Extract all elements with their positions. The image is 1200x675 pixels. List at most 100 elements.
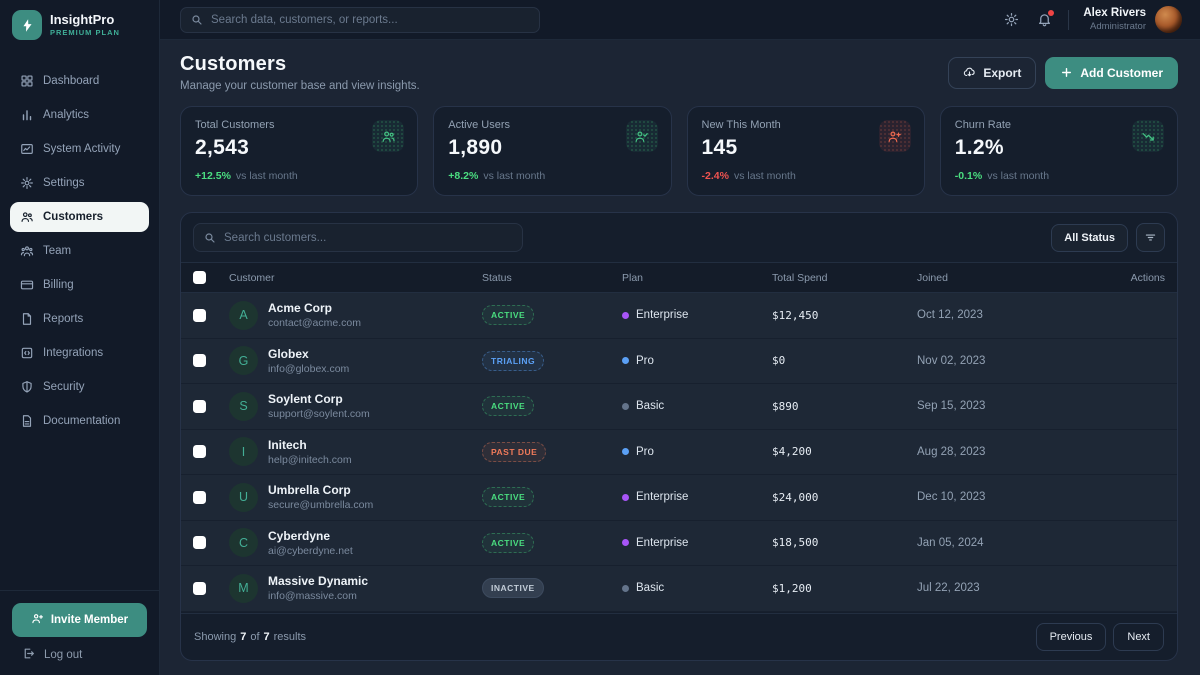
stat-delta-note: vs last month (483, 170, 545, 182)
sidebar-item-documentation[interactable]: Documentation (10, 406, 149, 436)
customer-name: Globex (268, 347, 349, 363)
row-checkbox[interactable] (193, 400, 206, 413)
sidebar-item-settings[interactable]: Settings (10, 168, 149, 198)
global-search[interactable] (180, 7, 540, 33)
row-checkbox[interactable] (193, 491, 206, 504)
sidebar-item-team[interactable]: Team (10, 236, 149, 266)
row-checkbox[interactable] (193, 536, 206, 549)
table-footer: Showing 7 of 7 results Previous Next (181, 613, 1177, 660)
customer-email: support@soylent.com (268, 408, 370, 420)
global-search-input[interactable] (211, 14, 529, 26)
joined-date: Oct 12, 2023 (917, 309, 1072, 321)
customer-email: ai@cyberdyne.net (268, 545, 353, 557)
cloud-download-icon (963, 66, 976, 79)
stat-cards: Total Customers 2,543 +12.5% vs last mon… (180, 106, 1178, 196)
column-header-joined: Joined (917, 272, 1072, 284)
credit-card-icon (20, 278, 34, 292)
row-checkbox[interactable] (193, 445, 206, 458)
shown-count: 7 (240, 631, 246, 643)
user-plus-icon (31, 612, 44, 628)
avatar[interactable] (1155, 6, 1182, 33)
sidebar-item-dashboard[interactable]: Dashboard (10, 66, 149, 96)
status-filter-dropdown[interactable]: All Status (1051, 224, 1128, 252)
results-summary: Showing 7 of 7 results (194, 631, 306, 643)
sidebar-item-security[interactable]: Security (10, 372, 149, 402)
sidebar-item-label: Team (43, 245, 71, 257)
customer-avatar: C (229, 528, 258, 557)
user-name: Alex Rivers (1083, 6, 1146, 20)
filter-button[interactable] (1136, 223, 1165, 252)
plan-dot (622, 585, 629, 592)
plan-dot (622, 494, 629, 501)
total-spend: $12,450 (772, 309, 917, 322)
stat-delta-note: vs last month (987, 170, 1049, 182)
stat-delta: -2.4% (702, 170, 729, 182)
add-customer-button[interactable]: Add Customer (1045, 57, 1178, 89)
previous-page-button[interactable]: Previous (1036, 623, 1107, 651)
table-header: Customer Status Plan Total Spend Joined … (181, 262, 1177, 293)
customer-avatar: U (229, 483, 258, 512)
main-area: Alex Rivers Administrator Customers Mana… (160, 0, 1200, 675)
row-checkbox[interactable] (193, 309, 206, 322)
stat-delta-note: vs last month (236, 170, 298, 182)
search-icon (204, 232, 216, 244)
sidebar-item-billing[interactable]: Billing (10, 270, 149, 300)
select-all-checkbox[interactable] (193, 271, 206, 284)
app-logo: InsightPro PREMIUM PLAN (0, 0, 159, 48)
export-button[interactable]: Export (948, 57, 1036, 89)
sidebar-item-reports[interactable]: Reports (10, 304, 149, 334)
status-badge: TRIALING (482, 351, 544, 371)
total-spend: $24,000 (772, 491, 917, 504)
next-page-button[interactable]: Next (1113, 623, 1164, 651)
sidebar-nav: Dashboard Analytics System Activity Sett… (0, 48, 159, 590)
customer-avatar: A (229, 301, 258, 330)
status-badge: INACTIVE (482, 578, 544, 598)
customer-email: help@initech.com (268, 454, 352, 466)
sidebar-item-system-activity[interactable]: System Activity (10, 134, 149, 164)
plan-dot (622, 357, 629, 364)
showing-label: Showing (194, 631, 236, 643)
sidebar-item-label: Reports (43, 313, 83, 325)
logout-icon (22, 647, 35, 663)
app-window: InsightPro PREMIUM PLAN Dashboard Analyt… (0, 0, 1200, 675)
customers-search-input[interactable] (224, 232, 512, 244)
invite-member-button[interactable]: Invite Member (12, 603, 147, 637)
customer-email: secure@umbrella.com (268, 499, 373, 511)
status-badge: ACTIVE (482, 487, 534, 507)
customers-search[interactable] (193, 223, 523, 252)
sidebar-item-analytics[interactable]: Analytics (10, 100, 149, 130)
results-label: results (274, 631, 306, 643)
of-label: of (250, 631, 259, 643)
customer-name: Soylent Corp (268, 392, 370, 408)
row-checkbox[interactable] (193, 582, 206, 595)
stat-card-new-this-month: New This Month 145 -2.4% vs last month (687, 106, 925, 196)
app-plan-badge: PREMIUM PLAN (50, 28, 120, 37)
status-badge: ACTIVE (482, 305, 534, 325)
logout-button[interactable]: Log out (12, 637, 147, 665)
plan-label: Basic (636, 582, 664, 594)
filter-lines-icon (1144, 231, 1157, 244)
sidebar-item-label: Analytics (43, 109, 89, 121)
user-menu[interactable]: Alex Rivers Administrator (1083, 6, 1182, 33)
sidebar-item-integrations[interactable]: Integrations (10, 338, 149, 368)
topbar: Alex Rivers Administrator (160, 0, 1200, 40)
activity-chart-icon (20, 142, 34, 156)
total-spend: $1,200 (772, 582, 917, 595)
plan-label: Enterprise (636, 309, 688, 321)
table-row: M Massive Dynamic info@massive.com INACT… (181, 566, 1177, 612)
page-subtitle: Manage your customer base and view insig… (180, 80, 420, 92)
gear-icon (20, 176, 34, 190)
row-checkbox[interactable] (193, 354, 206, 367)
total-spend: $0 (772, 354, 917, 367)
status-badge: ACTIVE (482, 396, 534, 416)
customer-email: info@globex.com (268, 363, 349, 375)
notifications-button[interactable] (1035, 10, 1054, 29)
theme-toggle-button[interactable] (1002, 10, 1021, 29)
plan-label: Enterprise (636, 537, 688, 549)
sidebar-item-customers[interactable]: Customers (10, 202, 149, 232)
stat-card-churn-rate: Churn Rate 1.2% -0.1% vs last month (940, 106, 1178, 196)
export-label: Export (983, 66, 1021, 80)
file-icon (20, 312, 34, 326)
sidebar-item-label: Billing (43, 279, 74, 291)
stat-delta: -0.1% (955, 170, 982, 182)
